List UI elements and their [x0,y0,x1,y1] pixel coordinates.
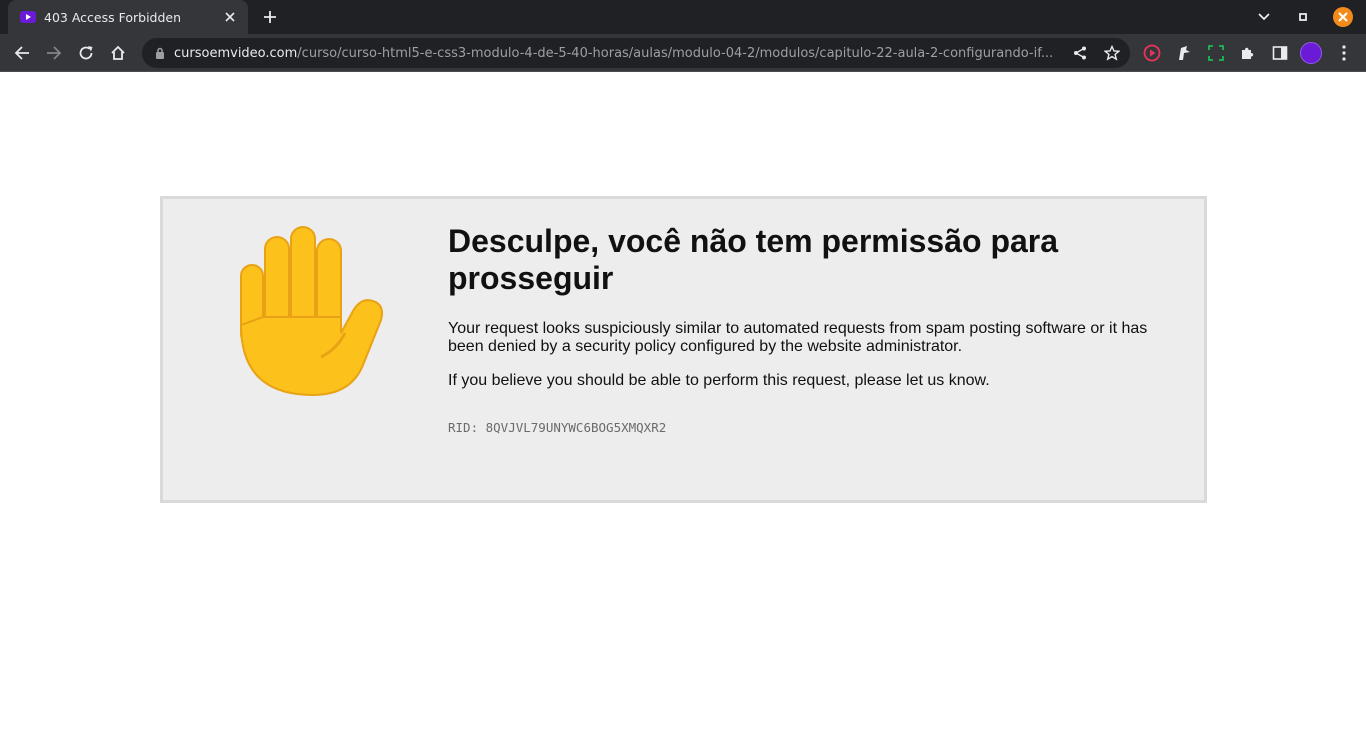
contact-message: If you believe you should be able to per… [448,372,990,389]
tab-title: 403 Access Forbidden [44,9,182,25]
access-forbidden-panel: Desculpe, você não tem permissão para pr… [160,196,1207,503]
back-button[interactable] [8,39,36,67]
error-content: Desculpe, você não tem permissão para pr… [448,223,1168,435]
chevron-down-icon [1258,13,1270,21]
browser-tab-strip: 403 Access Forbidden [0,0,1366,34]
restore-window-button[interactable] [1291,5,1315,29]
reload-icon [79,46,93,60]
tab-close-icon[interactable] [222,9,238,25]
restore-icon [1299,13,1307,21]
arrow-right-icon [47,46,62,60]
close-icon [1333,7,1353,27]
arrow-left-icon [14,46,29,60]
url-text: cursoemvideo.com/curso/curso-html5-e-css… [174,46,1064,61]
reload-button[interactable] [72,39,100,67]
home-button[interactable] [104,39,132,67]
new-tab-button[interactable] [258,5,282,29]
url-path: /curso/curso-html5-e-css3-modulo-4-de-5-… [297,45,1054,61]
more-vertical-icon [1342,45,1346,61]
close-window-button[interactable] [1331,5,1355,29]
page-title: Desculpe, você não tem permissão para pr… [448,223,1059,296]
error-message: Your request looks suspiciously similar … [448,320,1148,355]
request-id: RID: 8QVJVL79UNYWC6BOG5XMQXR2 [448,420,667,435]
profile-avatar[interactable] [1300,42,1322,64]
home-icon [111,45,125,60]
browser-tab[interactable]: 403 Access Forbidden [8,0,248,34]
address-bar[interactable]: cursoemvideo.com/curso/curso-html5-e-css… [142,38,1130,68]
plus-icon [264,11,276,23]
extension-media-icon[interactable] [1138,39,1166,67]
bookmark-star-icon[interactable] [1102,43,1122,63]
side-panel-icon[interactable] [1266,39,1294,67]
extension-capture-icon[interactable] [1202,39,1230,67]
url-host: cursoemvideo.com [174,45,298,61]
forward-button[interactable] [40,39,68,67]
tab-search-button[interactable] [1252,5,1276,29]
raised-hand-icon [239,226,383,397]
share-icon[interactable] [1070,43,1090,63]
extensions-puzzle-icon[interactable] [1234,39,1262,67]
browser-toolbar: cursoemvideo.com/curso/curso-html5-e-css… [0,34,1366,72]
extension-bird-icon[interactable] [1170,39,1198,67]
site-favicon-icon [20,9,36,25]
browser-menu-button[interactable] [1330,39,1358,67]
lock-icon[interactable] [152,45,168,61]
